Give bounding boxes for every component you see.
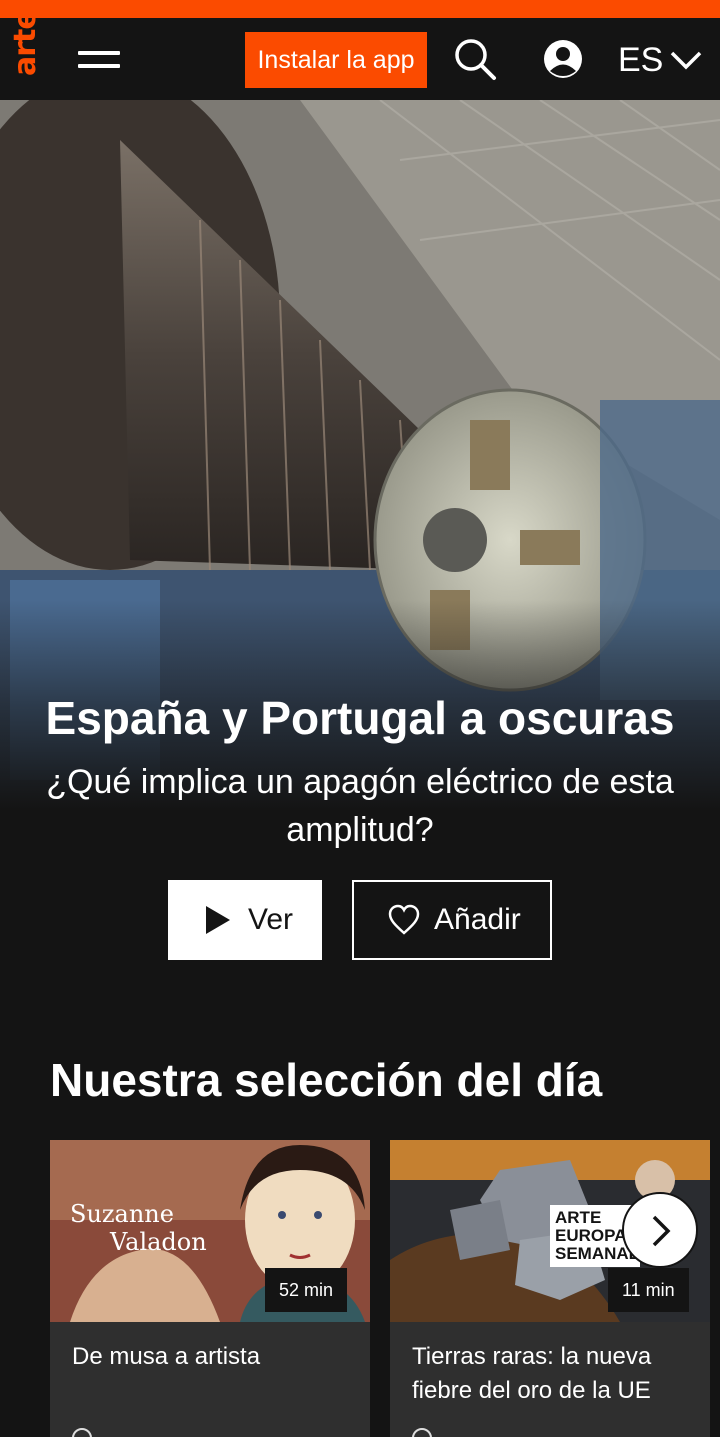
language-label: ES xyxy=(618,41,664,79)
video-thumbnail[interactable]: Suzanne Valadon 52 min xyxy=(50,1140,370,1322)
selection-carousel: Suzanne Valadon 52 min De musa a artista… xyxy=(50,1140,720,1437)
heart-icon xyxy=(388,904,420,935)
search-icon[interactable] xyxy=(452,36,498,82)
play-icon xyxy=(206,906,230,934)
add-label: Añadir xyxy=(434,903,521,936)
chevron-right-icon xyxy=(652,1215,671,1247)
hero-title[interactable]: España y Portugal a oscuras xyxy=(0,690,720,746)
clock-icon xyxy=(412,1428,432,1437)
clock-icon xyxy=(72,1428,92,1437)
menu-icon[interactable] xyxy=(78,48,120,72)
thumbnail-text: Suzanne Valadon xyxy=(70,1200,207,1256)
arte-logo[interactable]: arte xyxy=(8,10,43,96)
card-title[interactable]: De musa a artista xyxy=(72,1340,352,1374)
site-header: arte Instalar la app ES xyxy=(0,10,720,100)
duration-badge: 52 min xyxy=(265,1268,348,1312)
carousel-next-button[interactable] xyxy=(622,1192,698,1268)
user-account-icon[interactable] xyxy=(540,36,586,82)
card-title[interactable]: Tierras raras: la nueva fiebre del oro d… xyxy=(412,1340,692,1408)
install-app-button[interactable]: Instalar la app xyxy=(245,32,427,88)
language-selector[interactable]: ES xyxy=(615,38,710,82)
section-title: Nuestra selección del día xyxy=(50,1054,603,1106)
chevron-down-icon xyxy=(670,51,702,70)
add-to-list-button[interactable]: Añadir xyxy=(352,880,552,960)
video-card[interactable]: ARTE EUROPA SEMANAL 11 min Tierras raras… xyxy=(390,1140,710,1437)
video-card[interactable]: Suzanne Valadon 52 min De musa a artista xyxy=(50,1140,370,1437)
top-accent-bar xyxy=(0,0,720,18)
watch-label: Ver xyxy=(248,903,294,936)
watch-button[interactable]: Ver xyxy=(168,880,322,960)
hero-subtitle: ¿Qué implica un apagón eléctrico de esta… xyxy=(46,763,674,849)
duration-badge: 11 min xyxy=(608,1268,689,1312)
